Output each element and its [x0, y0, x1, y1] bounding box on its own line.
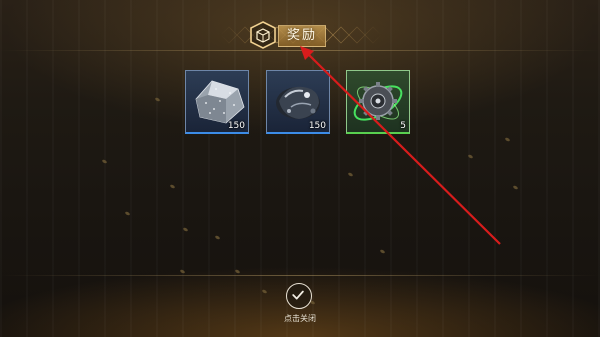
- reward-item-2[interactable]: 150: [266, 70, 330, 134]
- reward-item-1[interactable]: 150: [185, 70, 249, 134]
- reward-title-banner: 奖励: [221, 18, 381, 52]
- bottom-divider: [0, 275, 600, 276]
- title-plate: 奖励: [278, 25, 326, 47]
- reward-item-3[interactable]: 5: [346, 70, 410, 134]
- close-button[interactable]: [286, 283, 312, 309]
- box-icon: [250, 21, 276, 49]
- reward-quantity: 5: [400, 121, 406, 131]
- reward-quantity: 150: [227, 121, 245, 131]
- reward-quantity: 150: [308, 121, 326, 131]
- checkmark-icon: [292, 290, 304, 300]
- page-title: 奖励: [286, 28, 317, 43]
- close-label[interactable]: 点击关闭: [260, 313, 340, 324]
